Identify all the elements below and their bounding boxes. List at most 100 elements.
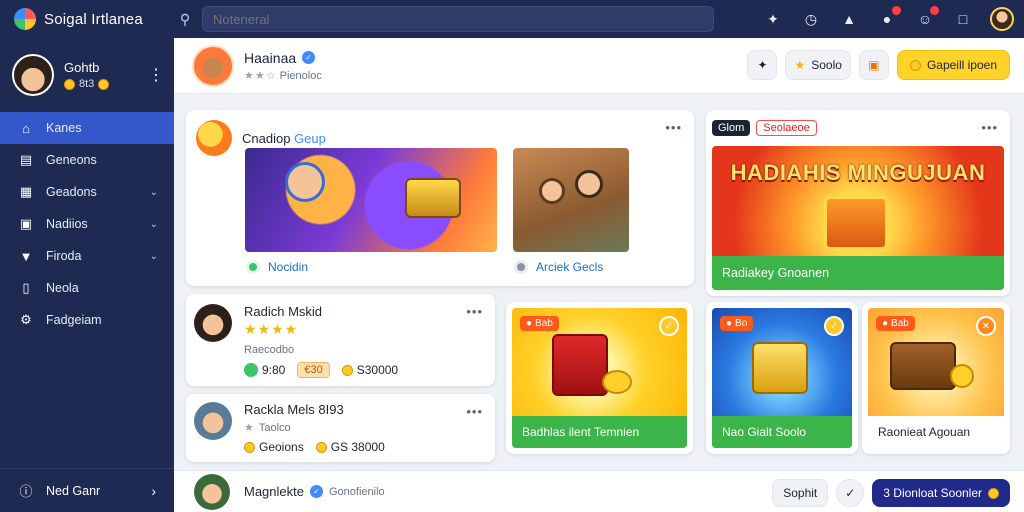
player-sub: Taolco — [258, 421, 291, 434]
avatar[interactable] — [192, 44, 234, 87]
profile-name: Gohtb — [64, 60, 100, 75]
reward-tile[interactable]: ● Bab ✕ Raonieat Agouan — [862, 302, 1010, 454]
avatar[interactable] — [194, 402, 232, 440]
sidebar-item-geneons[interactable]: ▤ Geneons — [0, 144, 174, 176]
search-icon[interactable]: ⚲ — [174, 11, 196, 28]
verified-icon: ✓ — [302, 51, 316, 64]
promo-card[interactable]: Glom Seolaeoe ••• HADIAHIS MINGUJUAN Rad… — [706, 110, 1010, 296]
sidebar-profile[interactable]: Gohtb 8t3 ⋮ — [0, 38, 174, 108]
sidebar-item-firoda[interactable]: ▼ Firoda ⌄ — [0, 240, 174, 272]
brand[interactable]: Soigal Irtlanea — [0, 8, 170, 30]
page-icon: ▯ — [22, 280, 30, 295]
reward-tile[interactable]: ● Bo ✓ Nao Gialt Soolo — [706, 302, 858, 454]
profile-header: Haainaa ✓ ★★☆ Pienoloc ✦ ★ Soolo ▣ Gapei… — [174, 38, 1024, 94]
search-input[interactable] — [202, 6, 714, 32]
download-button[interactable]: 3 Dionloat Soonler — [872, 479, 1010, 507]
bottom-tag: Gonofienilo — [328, 485, 385, 498]
bell-icon[interactable]: ▲ — [838, 8, 860, 30]
header-name: Haainaa — [244, 49, 297, 66]
player-badge: €30 — [297, 362, 330, 378]
promo-bar: Radiakey Gnoanen — [712, 256, 1004, 290]
featured-left-link[interactable]: Nocidin — [246, 260, 308, 274]
featured-right-link[interactable]: Arciek Gecls — [514, 260, 603, 274]
featured-image[interactable] — [245, 148, 497, 252]
app-title: Soigal Irtlanea — [44, 10, 143, 28]
promo-tag: Glom — [712, 120, 751, 136]
close-icon[interactable]: ✕ — [976, 316, 996, 336]
primary-action-button[interactable]: Gapeill ipoen — [896, 50, 1010, 80]
chevron-down-icon: ⌄ — [149, 250, 158, 262]
sidebar-item-kanes[interactable]: ⌂ Kanes — [0, 112, 174, 144]
more-icon[interactable]: ⋮ — [148, 65, 164, 85]
sidebar-bottom-item[interactable]: ⓘ Ned Ganr › — [0, 468, 174, 512]
avatar[interactable] — [12, 54, 54, 96]
promo-banner[interactable]: HADIAHIS MINGUJUAN Radiakey Gnoanen — [712, 146, 1004, 290]
player-stats: Geoions GS 38000 — [244, 440, 385, 454]
secondary-image[interactable] — [513, 148, 629, 252]
notification-icon[interactable]: ● — [876, 6, 901, 30]
featured-card[interactable]: Cnadiop Geup ••• Nocidin Arciek Gecls — [186, 110, 694, 286]
star-icon: ★ — [794, 58, 806, 72]
featured-right-label: Arciek Gecls — [536, 260, 604, 274]
friends-dot — [930, 6, 939, 15]
status-icon — [244, 363, 258, 377]
search-bar: ⚲ — [174, 6, 714, 32]
messages-icon[interactable]: □ — [952, 8, 974, 30]
sidebar-item-neola[interactable]: ▯ Neola — [0, 272, 174, 304]
featured-title-main: Cnadiop — [242, 130, 291, 146]
more-icon[interactable]: ••• — [981, 120, 998, 135]
player-name: Radich Mskid — [244, 304, 323, 319]
sparkle-button[interactable]: ✦ — [747, 50, 778, 80]
player-stats: 9:80 €30 S30000 — [244, 362, 398, 378]
featured-title: Cnadiop Geup — [242, 131, 326, 146]
media-icon: ▣ — [19, 216, 33, 231]
more-icon[interactable]: ••• — [466, 304, 483, 319]
more-icon[interactable]: ••• — [466, 404, 483, 419]
check-circle-icon: ✓ — [845, 486, 856, 500]
coin-icon — [315, 441, 327, 453]
avatar[interactable] — [194, 473, 230, 510]
gift-button[interactable]: ▣ — [858, 50, 889, 80]
user-avatar[interactable] — [990, 7, 1014, 31]
tile-tag: ● Bab — [520, 316, 559, 331]
status-icon — [514, 260, 528, 274]
sidebar-item-geadons[interactable]: ▦ Geadons ⌄ — [0, 176, 174, 208]
player-coins: S30000 — [356, 363, 399, 377]
profile-stats: 8t3 — [64, 78, 148, 90]
clock-icon[interactable]: ◷ — [800, 8, 822, 30]
filter-icon: ▼ — [19, 248, 33, 264]
star-button[interactable]: ★ Soolo — [785, 50, 851, 80]
sidebar-item-fadgeiam[interactable]: ⚙ Fadgeiam — [0, 304, 174, 336]
verified-icon: ✓ — [309, 485, 323, 498]
sidebar-item-label: Fadgeiam — [46, 313, 102, 327]
friends-icon[interactable]: ☺ — [914, 6, 939, 30]
header-sub: Pienoloc — [279, 69, 322, 82]
player-card[interactable]: Radich Mskid ••• ★★★★ Raecodbo 9:80 €30 … — [186, 294, 495, 386]
reward-tile[interactable]: ● Bab ✓ Badhlas ilent Temnien — [506, 302, 693, 454]
character-illustration — [285, 162, 325, 202]
sidebar: Gohtb 8t3 ⋮ ⌂ Kanes ▤ Geneons ▦ Geadons … — [0, 38, 174, 512]
primary-action-label: Gapeill ipoen — [926, 58, 997, 72]
grid-icon: ▦ — [19, 184, 33, 199]
more-icon[interactable]: ••• — [665, 120, 682, 135]
top-icons: ✦ ◷ ▲ ● ☺ □ — [762, 0, 1014, 38]
check-icon[interactable]: ✓ — [824, 316, 844, 336]
secondary-button[interactable]: Sophit — [772, 479, 829, 507]
coin-illustration — [950, 364, 974, 388]
chest-illustration — [405, 178, 461, 218]
character-illustration — [539, 178, 565, 204]
coin-illustration — [602, 370, 632, 394]
tile-label: Badhlas ilent Temnien — [512, 416, 687, 448]
notification-dot — [892, 6, 901, 15]
check-icon[interactable]: ✓ — [659, 316, 679, 336]
header-actions: ✦ ★ Soolo ▣ Gapeill ipoen — [747, 50, 1010, 80]
tools-icon[interactable]: ✦ — [762, 8, 784, 30]
tile-tag: ● Bab — [876, 316, 915, 331]
player-card[interactable]: Rackla Mels 8I93 ••• ★ Taolco Geoions GS… — [186, 394, 495, 462]
coin-icon — [341, 364, 353, 376]
avatar[interactable] — [194, 304, 232, 342]
check-button[interactable]: ✓ — [836, 479, 865, 507]
top-bar: Soigal Irtlanea ⚲ ✦ ◷ ▲ ● ☺ □ — [0, 0, 1024, 38]
coin-icon — [909, 59, 921, 71]
sidebar-item-nadiios[interactable]: ▣ Nadiios ⌄ — [0, 208, 174, 240]
